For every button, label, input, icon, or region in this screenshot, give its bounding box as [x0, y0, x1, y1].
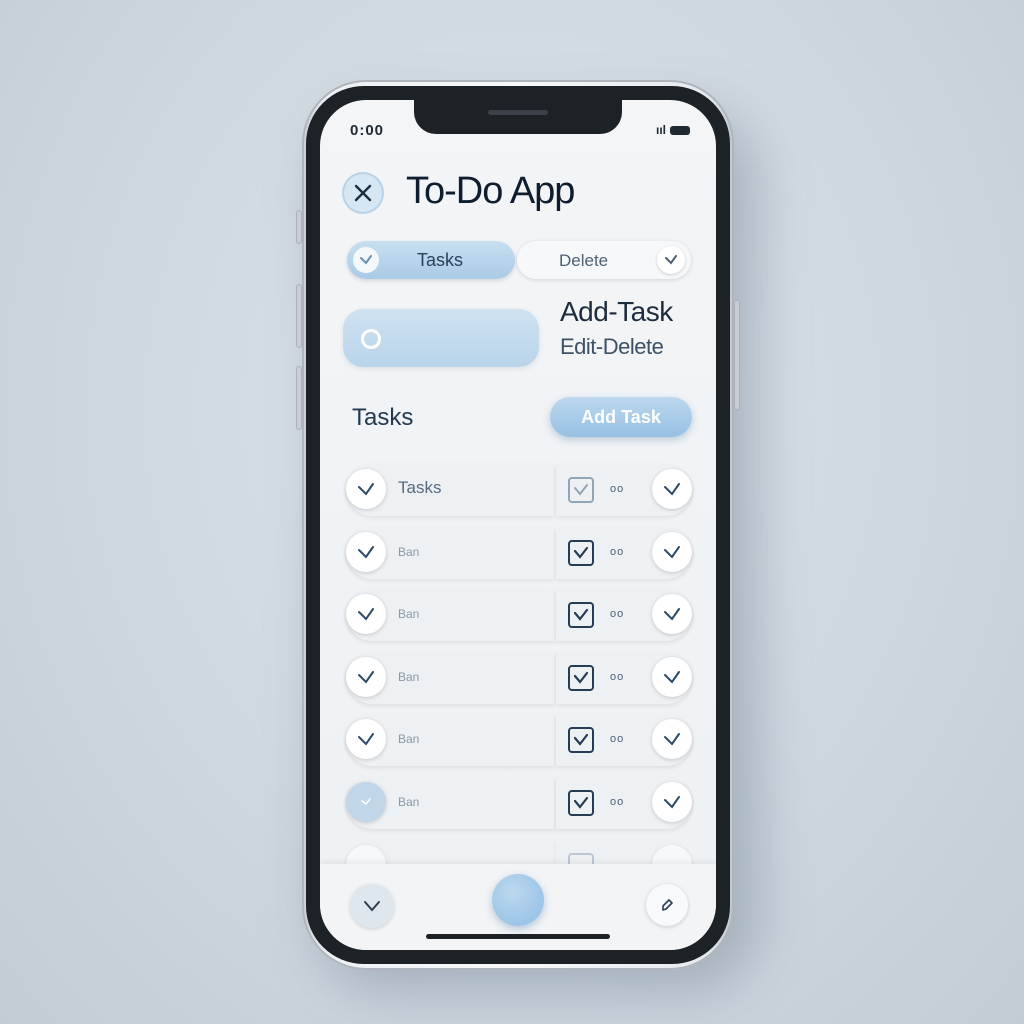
task-text: Ban: [398, 732, 420, 747]
speaker-grille: [488, 110, 548, 115]
battery-icon: [670, 125, 690, 135]
check-icon: [664, 545, 680, 559]
volume-up-button: [296, 284, 302, 348]
nav-left-button[interactable]: [350, 884, 394, 928]
task-text: Tasks: [398, 478, 442, 497]
table-row[interactable]: Ban oo: [346, 589, 692, 642]
volume-down-button: [296, 366, 302, 430]
done-button[interactable]: [652, 656, 692, 697]
check-icon: [664, 670, 680, 684]
check-icon: [664, 733, 680, 746]
more-icon[interactable]: oo: [610, 733, 624, 745]
done-button[interactable]: [652, 469, 692, 509]
add-task-label: Add-Task: [560, 296, 673, 327]
done-button[interactable]: [652, 531, 692, 572]
checkbox[interactable]: [568, 727, 594, 754]
checkbox[interactable]: [568, 539, 594, 566]
table-row[interactable]: Tasks oo: [346, 464, 692, 516]
close-button[interactable]: [344, 174, 382, 212]
more-icon[interactable]: oo: [610, 546, 624, 558]
checkbox[interactable]: [568, 664, 594, 691]
notch: [414, 100, 622, 134]
checkbox[interactable]: [568, 477, 594, 503]
checkbox-check-icon: [573, 796, 589, 809]
check-icon: [353, 247, 379, 273]
page-title: To-Do App: [406, 170, 575, 212]
mute-switch: [296, 210, 302, 244]
check-icon: [664, 608, 680, 621]
power-button: [734, 300, 740, 410]
radio-icon: [361, 329, 381, 349]
table-row[interactable]: Ban oo: [346, 526, 692, 579]
signal-icon: ııl: [655, 123, 666, 137]
nav-right-button[interactable]: [646, 884, 688, 926]
bottom-navigation: [320, 864, 716, 950]
complete-toggle[interactable]: [346, 531, 386, 572]
checkbox-check-icon: [573, 609, 589, 621]
check-icon: [358, 608, 374, 621]
checkbox-check-icon: [573, 546, 589, 559]
add-circle-icon[interactable]: [492, 874, 544, 926]
complete-toggle[interactable]: [346, 469, 386, 509]
tab-delete[interactable]: Delete: [517, 241, 691, 279]
table-row[interactable]: Ban oo: [346, 714, 692, 767]
checkbox[interactable]: [568, 602, 594, 629]
edit-delete-label: Edit-Delete: [560, 334, 664, 359]
task-input[interactable]: [343, 309, 539, 367]
tab-delete-label: Delete: [559, 251, 609, 270]
table-row[interactable]: Ban oo: [346, 776, 692, 829]
status-icons: ııl: [656, 123, 690, 137]
more-icon[interactable]: oo: [610, 671, 624, 683]
checkbox-check-icon: [573, 734, 589, 747]
complete-toggle[interactable]: [346, 594, 386, 635]
done-button[interactable]: [652, 594, 692, 635]
phone-screen: 0:00 ııl To-Do App Tasks Delete Add-Task…: [320, 100, 716, 950]
edit-icon: [662, 899, 673, 911]
task-text: Ban: [398, 669, 420, 684]
check-icon: [358, 733, 374, 746]
toggle-icon[interactable]: [657, 246, 685, 274]
close-icon: [354, 184, 372, 202]
home-indicator[interactable]: [426, 934, 610, 939]
check-icon: [664, 483, 680, 496]
tab-tasks[interactable]: Tasks: [347, 241, 515, 279]
more-icon[interactable]: oo: [610, 796, 624, 808]
checkbox[interactable]: [568, 789, 594, 816]
more-icon[interactable]: oo: [610, 483, 624, 495]
checkbox-check-icon: [574, 484, 588, 496]
task-text: Ban: [398, 607, 420, 622]
status-time: 0:00: [350, 122, 385, 139]
add-task-button[interactable]: Add Task: [550, 397, 692, 437]
checkbox-check-icon: [573, 671, 589, 684]
check-icon: [358, 545, 374, 559]
task-text: Ban: [398, 794, 420, 809]
task-text: Ban: [398, 544, 420, 559]
chevron-down-icon: [364, 901, 380, 912]
more-icon[interactable]: oo: [610, 608, 624, 620]
check-icon: [358, 483, 374, 496]
table-row[interactable]: Ban oo: [346, 651, 692, 704]
check-icon: [361, 798, 371, 806]
task-list: Tasks oo Ban oo Ban oo Ban oo Ban oo Ban…: [346, 464, 692, 902]
complete-toggle[interactable]: [346, 781, 386, 822]
complete-toggle[interactable]: [346, 656, 386, 697]
check-icon: [358, 670, 374, 684]
section-title: Tasks: [352, 404, 414, 431]
check-icon: [664, 795, 680, 809]
tab-tasks-label: Tasks: [417, 250, 464, 270]
done-button[interactable]: [652, 781, 692, 822]
